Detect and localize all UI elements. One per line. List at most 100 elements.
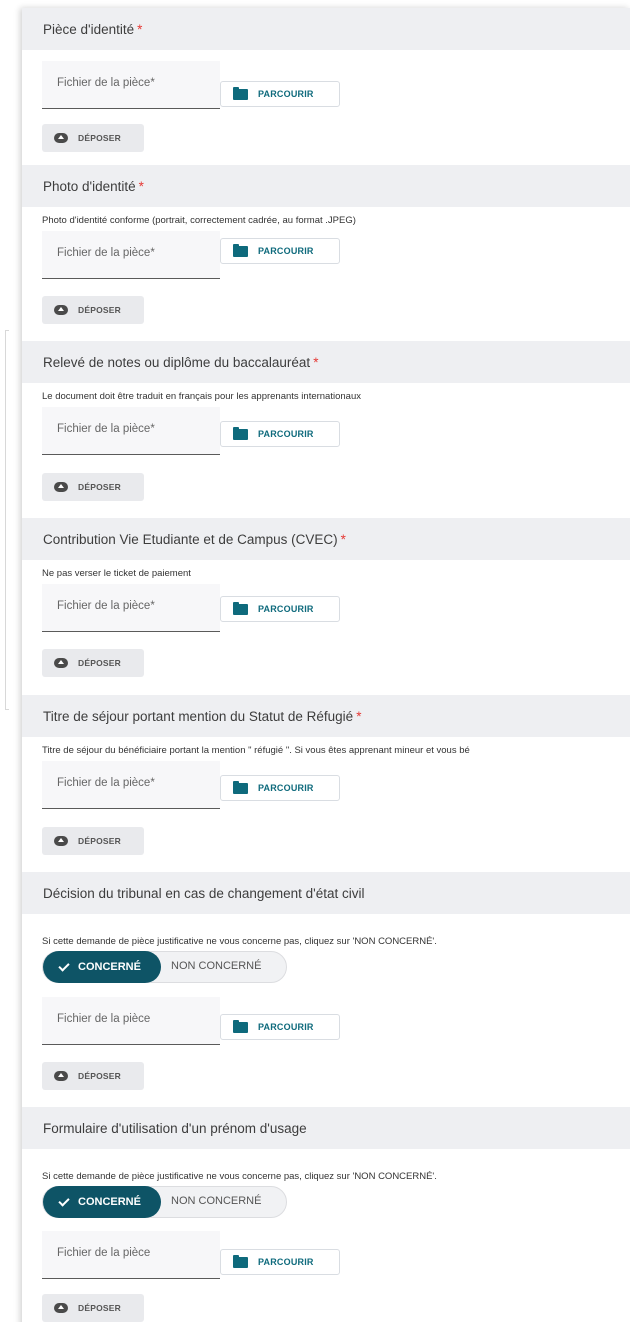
- browse-label: PARCOURIR: [258, 246, 314, 256]
- section-header: Relevé de notes ou diplôme du baccalauré…: [22, 341, 630, 383]
- file-row: Fichier de la pièce PARCOURIR: [22, 997, 630, 1045]
- section-header: Formulaire d'utilisation d'un prénom d'u…: [22, 1107, 630, 1149]
- section-header: Pièce d'identité *: [22, 8, 630, 50]
- upload-button[interactable]: DÉPOSER: [42, 827, 144, 855]
- section-title: Photo d'identité: [43, 178, 136, 194]
- toggle-concerne-option[interactable]: CONCERNÉ: [43, 1186, 161, 1218]
- section-header: Contribution Vie Etudiante et de Campus …: [22, 518, 630, 560]
- file-input[interactable]: Fichier de la pièce*: [42, 231, 220, 279]
- upload-button[interactable]: DÉPOSER: [42, 296, 144, 324]
- upload-button[interactable]: DÉPOSER: [42, 649, 144, 677]
- cloud-upload-icon: [54, 133, 68, 143]
- check-icon: [58, 1194, 70, 1207]
- upload-button[interactable]: DÉPOSER: [42, 1294, 144, 1322]
- folder-icon: [233, 1254, 248, 1268]
- folder-icon: [233, 601, 248, 615]
- browse-button[interactable]: PARCOURIR: [220, 238, 340, 264]
- file-input[interactable]: Fichier de la pièce*: [42, 61, 220, 109]
- toggle-concerne-option[interactable]: CONCERNÉ: [43, 951, 161, 983]
- section-prenom-usage: Formulaire d'utilisation d'un prénom d'u…: [22, 1107, 630, 1322]
- folder-icon: [233, 426, 248, 440]
- browse-button[interactable]: PARCOURIR: [220, 421, 340, 447]
- cloud-upload-icon: [54, 1071, 68, 1081]
- browse-label: PARCOURIR: [258, 783, 314, 793]
- browse-label: PARCOURIR: [258, 1022, 314, 1032]
- section-title: Contribution Vie Etudiante et de Campus …: [43, 531, 338, 547]
- section-decision-tribunal: Décision du tribunal en cas de changemen…: [22, 872, 630, 1097]
- required-asterisk: *: [137, 21, 143, 37]
- upload-label: DÉPOSER: [78, 658, 121, 668]
- section-title: Décision du tribunal en cas de changemen…: [43, 885, 365, 901]
- upload-label: DÉPOSER: [78, 1071, 121, 1081]
- documents-panel: Pièce d'identité * Fichier de la pièce* …: [22, 8, 630, 1322]
- upload-label: DÉPOSER: [78, 305, 121, 315]
- file-input[interactable]: Fichier de la pièce: [42, 997, 220, 1045]
- cloud-upload-icon: [54, 1303, 68, 1313]
- cloud-upload-icon: [54, 482, 68, 492]
- browse-button[interactable]: PARCOURIR: [220, 81, 340, 107]
- browse-button[interactable]: PARCOURIR: [220, 596, 340, 622]
- section-header: Décision du tribunal en cas de changemen…: [22, 872, 630, 914]
- cloud-upload-icon: [54, 305, 68, 315]
- toggle-non-concerne-option[interactable]: NON CONCERNÉ: [171, 1195, 261, 1207]
- section-titre-sejour: Titre de séjour portant mention du Statu…: [22, 695, 630, 861]
- section-description: Le document doit être traduit en françai…: [42, 391, 361, 402]
- required-asterisk: *: [138, 178, 144, 194]
- browse-label: PARCOURIR: [258, 1257, 314, 1267]
- folder-icon: [233, 780, 248, 794]
- section-description: Ne pas verser le ticket de paiement: [42, 568, 191, 579]
- cloud-upload-icon: [54, 836, 68, 846]
- file-input[interactable]: Fichier de la pièce*: [42, 584, 220, 632]
- upload-button[interactable]: DÉPOSER: [42, 473, 144, 501]
- section-title: Pièce d'identité: [43, 21, 135, 37]
- file-row: Fichier de la pièce* PARCOURIR: [22, 231, 630, 279]
- file-row: Fichier de la pièce* PARCOURIR: [22, 584, 630, 632]
- file-row: Fichier de la pièce* PARCOURIR: [22, 407, 630, 455]
- upload-label: DÉPOSER: [78, 836, 121, 846]
- toggle-on-label: CONCERNÉ: [78, 1196, 141, 1208]
- cloud-upload-icon: [54, 658, 68, 668]
- section-title: Formulaire d'utilisation d'un prénom d'u…: [43, 1120, 307, 1136]
- section-title: Titre de séjour portant mention du Statu…: [43, 708, 354, 724]
- section-releve-notes: Relevé de notes ou diplôme du baccalauré…: [22, 341, 630, 507]
- toggle-non-concerne-option[interactable]: NON CONCERNÉ: [171, 960, 261, 972]
- section-description: Photo d'identité conforme (portrait, cor…: [42, 215, 356, 226]
- section-description: Si cette demande de pièce justificative …: [42, 936, 437, 947]
- browse-button[interactable]: PARCOURIR: [220, 775, 340, 801]
- background-window-edge: [5, 330, 9, 710]
- browse-button[interactable]: PARCOURIR: [220, 1249, 340, 1275]
- section-header: Photo d'identité *: [22, 165, 630, 207]
- file-row: Fichier de la pièce* PARCOURIR: [22, 61, 630, 109]
- section-description: Titre de séjour du bénéficiaire portant …: [42, 745, 470, 756]
- upload-label: DÉPOSER: [78, 1303, 121, 1313]
- required-asterisk: *: [313, 354, 319, 370]
- browse-label: PARCOURIR: [258, 89, 314, 99]
- folder-icon: [233, 1019, 248, 1033]
- file-row: Fichier de la pièce* PARCOURIR: [22, 761, 630, 809]
- required-asterisk: *: [340, 531, 346, 547]
- upload-button[interactable]: DÉPOSER: [42, 124, 144, 152]
- section-cvec: Contribution Vie Etudiante et de Campus …: [22, 518, 630, 684]
- browse-label: PARCOURIR: [258, 604, 314, 614]
- section-title: Relevé de notes ou diplôme du baccalauré…: [43, 354, 311, 370]
- file-input[interactable]: Fichier de la pièce*: [42, 407, 220, 455]
- browse-label: PARCOURIR: [258, 429, 314, 439]
- folder-icon: [233, 86, 248, 100]
- browse-button[interactable]: PARCOURIR: [220, 1014, 340, 1040]
- concerne-toggle[interactable]: CONCERNÉ NON CONCERNÉ: [42, 1186, 287, 1218]
- section-photo-identite: Photo d'identité * Photo d'identité conf…: [22, 165, 630, 331]
- file-row: Fichier de la pièce PARCOURIR: [22, 1231, 630, 1279]
- upload-button[interactable]: DÉPOSER: [42, 1062, 144, 1090]
- required-asterisk: *: [356, 708, 362, 724]
- toggle-on-label: CONCERNÉ: [78, 961, 141, 973]
- section-description: Si cette demande de pièce justificative …: [42, 1171, 437, 1182]
- check-icon: [58, 959, 70, 972]
- concerne-toggle[interactable]: CONCERNÉ NON CONCERNÉ: [42, 951, 287, 983]
- upload-label: DÉPOSER: [78, 133, 121, 143]
- section-piece-identite: Pièce d'identité * Fichier de la pièce* …: [22, 8, 630, 161]
- file-input[interactable]: Fichier de la pièce: [42, 1231, 220, 1279]
- file-input[interactable]: Fichier de la pièce*: [42, 761, 220, 809]
- upload-label: DÉPOSER: [78, 482, 121, 492]
- folder-icon: [233, 243, 248, 257]
- section-header: Titre de séjour portant mention du Statu…: [22, 695, 630, 737]
